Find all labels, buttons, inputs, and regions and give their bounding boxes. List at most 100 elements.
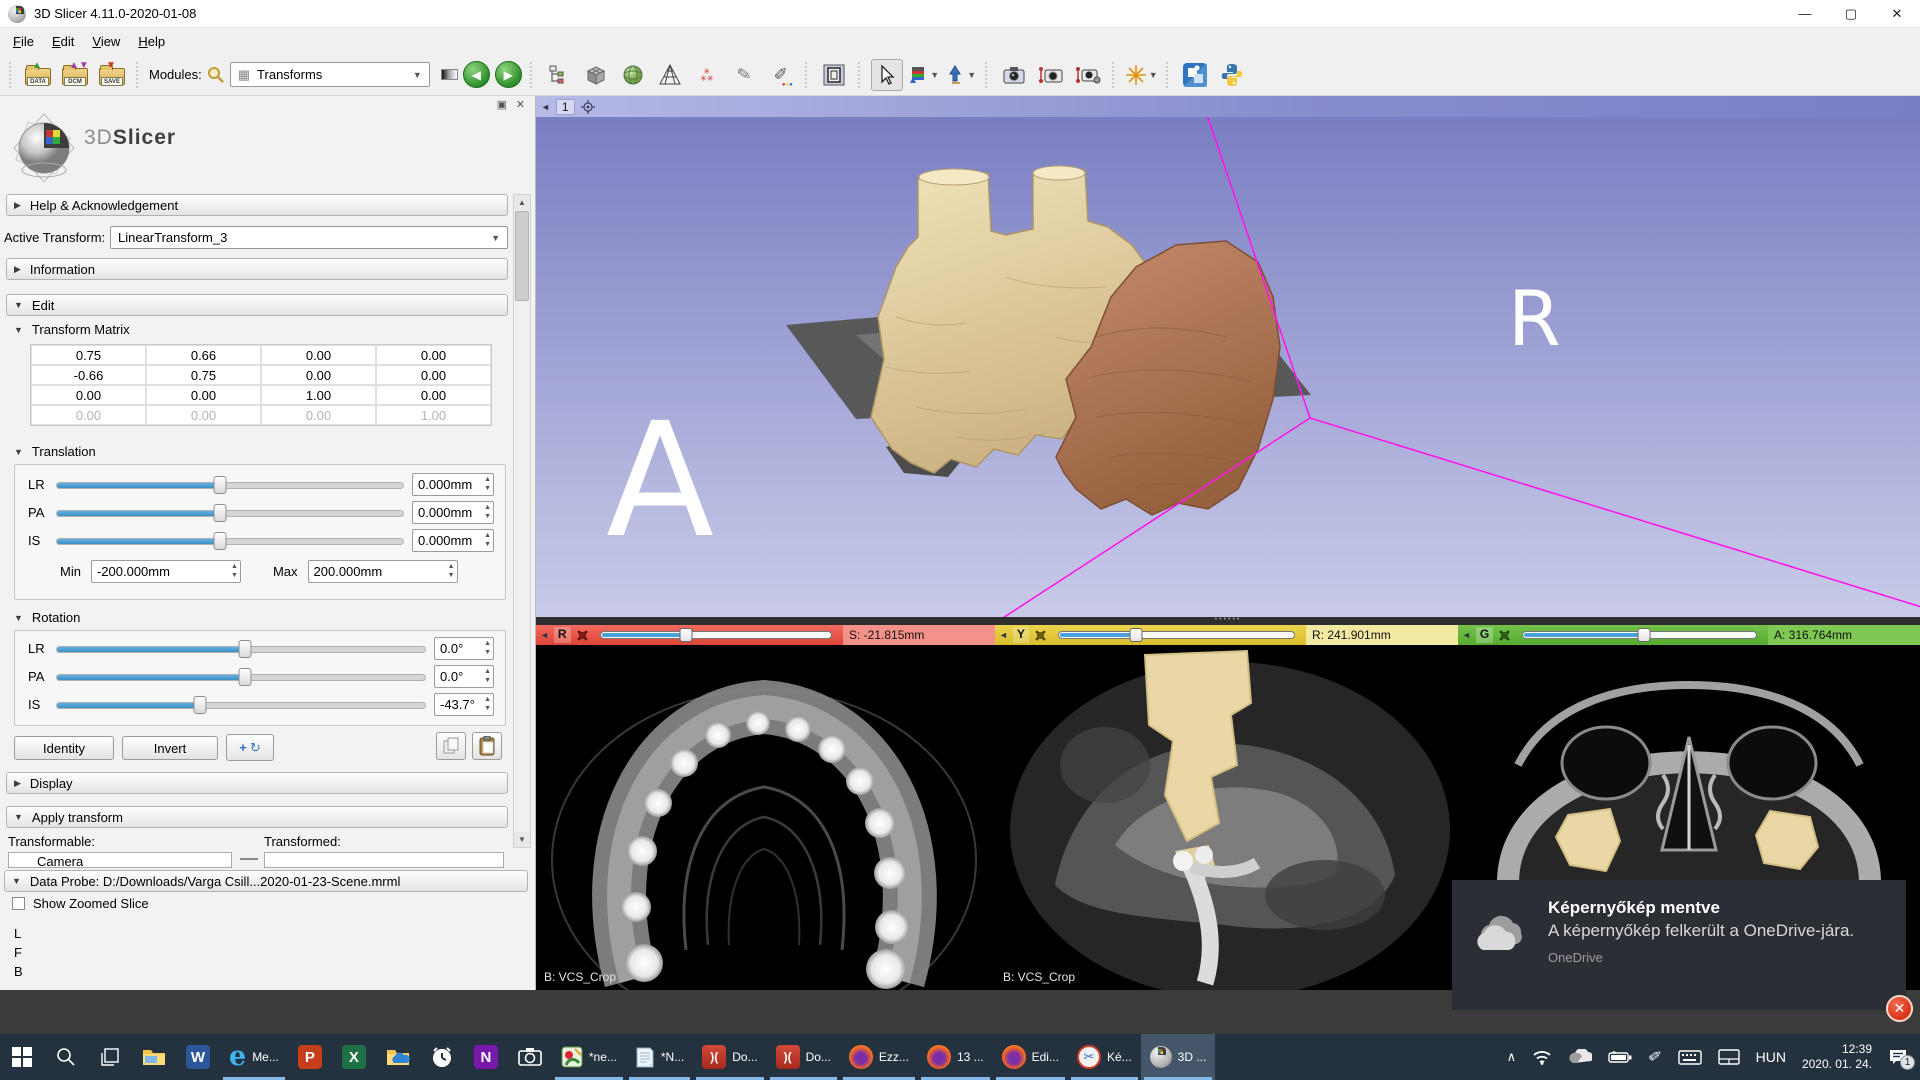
slice-menu-icon[interactable] xyxy=(1498,629,1511,642)
volumes-module-button[interactable] xyxy=(580,59,612,91)
capture-sequence-button[interactable] xyxy=(1035,59,1067,91)
modules-history-icon[interactable] xyxy=(441,69,458,80)
red-slice-bar[interactable]: ◄ R S: -21.815mm xyxy=(536,625,995,645)
list-item-camera[interactable]: Camera xyxy=(9,853,231,868)
red-slice-image[interactable]: B: VCS_Crop xyxy=(536,645,995,990)
yellow-slice-bar[interactable]: ◄ Y R: 241.901mm xyxy=(995,625,1458,645)
translation-lr-slider[interactable] xyxy=(56,476,404,494)
spinner-arrows-icon[interactable]: ▲▼ xyxy=(484,503,491,521)
view3d-controller-bar[interactable]: ◄ 1 xyxy=(536,96,1920,117)
rotation-is-spinbox[interactable]: -43.7°▲▼ xyxy=(434,693,494,716)
view3d-viewport[interactable]: A R xyxy=(536,117,1920,617)
view3d-center-icon[interactable] xyxy=(581,100,595,114)
translation-lr-spinbox[interactable]: 0.000mm▲▼ xyxy=(412,473,494,496)
panel-scrollbar[interactable]: ▲ ▼ xyxy=(513,194,531,848)
minimize-button[interactable]: — xyxy=(1782,0,1828,27)
annotation-tool-button[interactable]: ✐ ●●● xyxy=(765,59,797,91)
active-transform-selector[interactable]: LinearTransform_3 ▼ xyxy=(110,226,508,249)
paste-transform-button[interactable] xyxy=(472,732,502,760)
dc-window-button-1[interactable]: )( Do... xyxy=(693,1034,766,1080)
module-forward-button[interactable]: ▶ xyxy=(495,61,522,88)
capture-settings-button[interactable] xyxy=(1072,59,1104,91)
action-center-button[interactable]: 1 xyxy=(1888,1048,1908,1066)
onedrive-folder-button[interactable] xyxy=(376,1034,420,1080)
screenshot-button[interactable] xyxy=(818,59,850,91)
matrix-cell[interactable]: 0.00 xyxy=(261,345,376,365)
capture-view-button[interactable] xyxy=(998,59,1030,91)
translation-pa-spinbox[interactable]: 0.000mm▲▼ xyxy=(412,501,494,524)
keyboard-language[interactable]: HUN xyxy=(1756,1049,1786,1065)
pin-icon[interactable]: ◄ xyxy=(540,630,549,640)
rotation-pa-slider[interactable] xyxy=(56,668,426,686)
data-probe-section[interactable]: ▼ Data Probe: D:/Downloads/Varga Csill..… xyxy=(4,870,528,892)
module-selector[interactable]: ▦ Transforms ▼ xyxy=(230,62,430,87)
menu-file[interactable]: File xyxy=(4,31,43,52)
onenote-button[interactable]: N xyxy=(464,1034,508,1080)
undock-panel-icon[interactable]: ▣ xyxy=(497,98,507,111)
notepad-window-button[interactable]: *N... xyxy=(626,1034,693,1080)
slice-menu-icon[interactable] xyxy=(1034,629,1047,642)
green-slice-offset-slider[interactable] xyxy=(1522,628,1757,642)
scrollbar-thumb[interactable] xyxy=(515,211,529,301)
close-button[interactable]: ✕ xyxy=(1874,0,1920,27)
translation-is-spinbox[interactable]: 0.000mm▲▼ xyxy=(412,529,494,552)
onedrive-notification[interactable]: Képernyőkép mentve A képernyőkép felkerü… xyxy=(1452,880,1906,1010)
red-slice-offset-slider[interactable] xyxy=(600,628,832,642)
slice-pane-red[interactable]: ◄ R S: -21.815mm B: VCS_Cro xyxy=(536,625,995,990)
spinner-arrows-icon[interactable]: ▲▼ xyxy=(484,639,491,657)
irfanview-window-button[interactable]: *ne... xyxy=(552,1034,626,1080)
onedrive-tray-icon[interactable] xyxy=(1568,1049,1592,1065)
excel-button[interactable]: X xyxy=(332,1034,376,1080)
add-transform-button[interactable]: + ↻ xyxy=(226,734,274,761)
word-button[interactable]: W xyxy=(176,1034,220,1080)
tray-chevron-icon[interactable]: ∧ xyxy=(1507,1049,1517,1065)
pin-icon[interactable]: ◄ xyxy=(1462,630,1471,640)
apply-transform-section[interactable]: ▼ Apply transform xyxy=(6,806,508,828)
display-section[interactable]: ▶ Display xyxy=(6,772,508,794)
transform-matrix-table[interactable]: 0.75 0.66 0.00 0.00 -0.66 0.75 0.00 0.00… xyxy=(30,344,492,426)
copy-transform-button[interactable] xyxy=(436,732,466,760)
slicer-window-button[interactable]: 3D ... xyxy=(1141,1034,1216,1080)
wifi-icon[interactable] xyxy=(1532,1049,1552,1065)
pin-icon[interactable]: ◄ xyxy=(541,102,550,112)
matrix-cell[interactable]: 0.75 xyxy=(31,345,146,365)
touchpad-icon[interactable] xyxy=(1718,1049,1740,1065)
spinner-arrows-icon[interactable]: ▲▼ xyxy=(484,695,491,713)
markups-module-button[interactable]: ✳✳✳ xyxy=(691,59,723,91)
transformed-list[interactable] xyxy=(264,852,504,868)
mesh-module-button[interactable] xyxy=(654,59,686,91)
spinner-arrows-icon[interactable]: ▲▼ xyxy=(484,531,491,549)
menu-view[interactable]: View xyxy=(83,31,129,52)
spinner-arrows-icon[interactable]: ▲▼ xyxy=(231,562,238,580)
firefox-window-button-2[interactable]: 13 ... xyxy=(918,1034,993,1080)
transform-matrix-group[interactable]: ▼ Transform Matrix xyxy=(14,322,130,337)
edge-window-button[interactable]: e Me... xyxy=(220,1034,288,1080)
taskbar-search-button[interactable] xyxy=(44,1034,88,1080)
pin-icon[interactable]: ◄ xyxy=(999,630,1008,640)
show-zoomed-slice-checkbox[interactable] xyxy=(12,897,25,910)
firefox-window-button-3[interactable]: Edi... xyxy=(993,1034,1068,1080)
module-search-icon[interactable] xyxy=(207,66,225,84)
scroll-down-icon[interactable]: ▼ xyxy=(514,832,530,847)
crosshair-button[interactable]: ▼ xyxy=(1125,59,1158,91)
rotation-lr-spinbox[interactable]: 0.0°▲▼ xyxy=(434,637,494,660)
min-spinbox[interactable]: -200.000mm▲▼ xyxy=(91,560,241,583)
slice-pane-yellow[interactable]: ◄ Y R: 241.901mm B: VCS_Crop xyxy=(995,625,1458,990)
window-level-tool-button[interactable]: ▼ xyxy=(908,59,940,91)
matrix-cell[interactable]: 1.00 xyxy=(261,385,376,405)
matrix-cell[interactable]: 0.00 xyxy=(376,385,491,405)
green-slice-bar[interactable]: ◄ G A: 316.764mm xyxy=(1458,625,1920,645)
translation-group[interactable]: ▼ Translation xyxy=(14,444,96,459)
rotation-is-slider[interactable] xyxy=(56,696,426,714)
load-dicom-button[interactable]: ▲▼DCM xyxy=(59,59,91,91)
max-spinbox[interactable]: 200.000mm▲▼ xyxy=(308,560,458,583)
identity-button[interactable]: Identity xyxy=(14,736,114,760)
menu-help[interactable]: Help xyxy=(129,31,174,52)
matrix-cell[interactable]: 0.00 xyxy=(146,385,261,405)
matrix-cell[interactable]: 0.00 xyxy=(261,365,376,385)
powerpoint-button[interactable]: P xyxy=(288,1034,332,1080)
translation-pa-slider[interactable] xyxy=(56,504,404,522)
invert-button[interactable]: Invert xyxy=(122,736,218,760)
matrix-cell[interactable]: 0.00 xyxy=(376,365,491,385)
file-explorer-button[interactable] xyxy=(132,1034,176,1080)
